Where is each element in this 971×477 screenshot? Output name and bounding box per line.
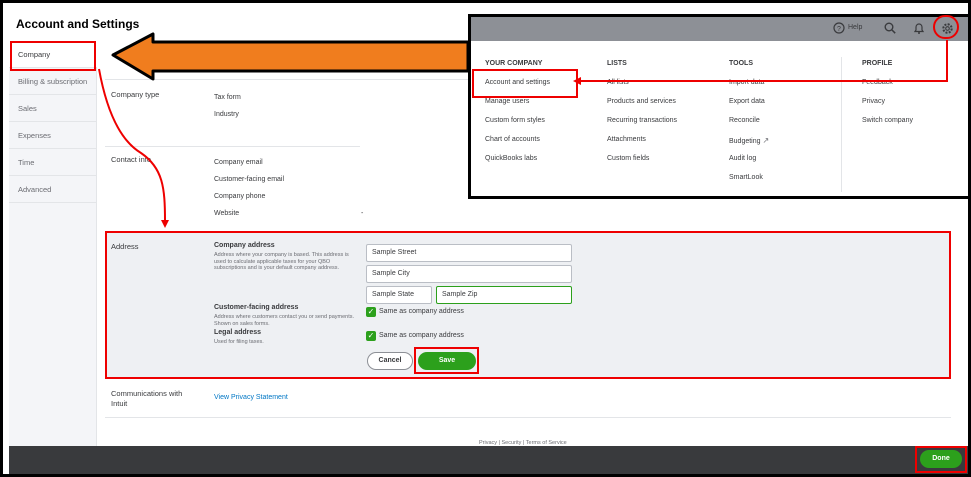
col-heading-lists: LISTS — [607, 60, 627, 67]
menu-manage-users[interactable]: Manage users — [485, 98, 529, 105]
menu-quickbooks-labs[interactable]: QuickBooks labs — [485, 155, 537, 162]
company-email-label: Company email — [214, 159, 263, 166]
menu-custom-fields[interactable]: Custom fields — [607, 155, 649, 162]
city-input[interactable]: Sample City — [366, 265, 572, 283]
menu-chart-of-accounts[interactable]: Chart of accounts — [485, 136, 540, 143]
highlight-company-tab — [10, 41, 96, 71]
highlight-done-button — [915, 446, 967, 473]
same-as-company-checkbox-2[interactable]: ✓ — [366, 331, 376, 341]
menu-smartlook[interactable]: SmartLook — [729, 174, 763, 181]
legal-address-desc: Used for filing taxes. — [214, 339, 264, 345]
menu-budgeting[interactable]: Budgeting ↗ — [729, 136, 769, 145]
menu-all-lists[interactable]: All lists — [607, 79, 629, 86]
column-divider — [841, 57, 842, 192]
sidebar-item-time[interactable]: Time — [9, 149, 97, 176]
checkmark-icon: ✓ — [367, 331, 375, 340]
menu-export-data[interactable]: Export data — [729, 98, 765, 105]
company-address-title: Company address — [214, 242, 275, 249]
menu-recurring-transactions[interactable]: Recurring transactions — [607, 117, 677, 124]
divider — [105, 146, 360, 147]
privacy-statement-link[interactable]: View Privacy Statement — [214, 394, 288, 401]
highlight-save-button — [414, 347, 479, 374]
industry-label: Industry — [214, 111, 239, 118]
gear-menu-panel: ? Help YOUR COMPANY Account and settings… — [468, 14, 968, 199]
menu-budgeting-label: Budgeting — [729, 138, 761, 145]
company-phone-label: Company phone — [214, 193, 266, 200]
contact-info-label: Contact info — [111, 155, 152, 164]
search-icon[interactable] — [884, 22, 896, 37]
customer-facing-address-desc: Address where customers contact you or s… — [214, 314, 355, 327]
sidebar-item-billing[interactable]: Billing & subscription — [9, 68, 97, 95]
col-heading-tools: TOOLS — [729, 60, 753, 67]
street-input[interactable]: Sample Street — [366, 244, 572, 262]
website-label: Website — [214, 210, 240, 217]
highlight-gear-icon — [933, 15, 959, 39]
menu-custom-form-styles[interactable]: Custom form styles — [485, 117, 545, 124]
page-title: Account and Settings — [16, 17, 140, 31]
sidebar: Company Billing & subscription Sales Exp… — [9, 41, 97, 446]
help-label[interactable]: Help — [848, 24, 862, 31]
menu-audit-log[interactable]: Audit log — [729, 155, 756, 162]
communications-label: Communications with Intuit — [111, 389, 183, 408]
same-as-company-label-2: Same as company address — [379, 332, 464, 339]
menu-switch-company[interactable]: Switch company — [862, 117, 913, 124]
sidebar-item-sales[interactable]: Sales — [9, 95, 97, 122]
bottom-bar — [9, 446, 968, 474]
company-address-desc: Address where your company is based. Thi… — [214, 252, 349, 271]
tax-form-label: Tax form — [214, 94, 241, 101]
help-icon[interactable]: ? — [833, 22, 845, 37]
sidebar-item-expenses[interactable]: Expenses — [9, 122, 97, 149]
company-type-label: Company type — [111, 90, 160, 99]
col-heading-profile: PROFILE — [862, 60, 893, 67]
menu-import-data[interactable]: Import data — [729, 79, 764, 86]
customer-facing-email-label: Customer-facing email — [214, 176, 285, 183]
address-label: Address — [111, 242, 139, 251]
same-as-company-checkbox-1[interactable]: ✓ — [366, 307, 376, 317]
sidebar-item-advanced[interactable]: Advanced — [9, 176, 97, 203]
orange-arrow — [111, 32, 470, 81]
state-input[interactable]: Sample State — [366, 286, 432, 304]
cancel-button[interactable]: Cancel — [367, 352, 413, 370]
legal-address-title: Legal address — [214, 329, 262, 336]
rocket-icon: ↗ — [762, 136, 770, 145]
menu-privacy[interactable]: Privacy — [862, 98, 885, 105]
highlight-account-and-settings — [472, 69, 578, 98]
website-value: - — [361, 210, 364, 217]
divider — [105, 417, 951, 418]
menu-feedback[interactable]: Feedback — [862, 79, 893, 86]
screenshot-frame: Account and Settings Company Billing & s… — [0, 0, 971, 477]
svg-text:?: ? — [837, 26, 841, 33]
menu-attachments[interactable]: Attachments — [607, 136, 646, 143]
zip-input[interactable]: Sample Zip — [436, 286, 572, 304]
col-heading-your-company: YOUR COMPANY — [485, 60, 543, 67]
menu-reconcile[interactable]: Reconcile — [729, 117, 760, 124]
menu-products-and-services[interactable]: Products and services — [607, 98, 676, 105]
customer-facing-address-title: Customer-facing address — [214, 304, 299, 311]
red-arrowhead-address — [161, 220, 169, 228]
bell-icon[interactable] — [913, 22, 925, 38]
checkmark-icon: ✓ — [367, 307, 375, 316]
same-as-company-label-1: Same as company address — [379, 308, 464, 315]
